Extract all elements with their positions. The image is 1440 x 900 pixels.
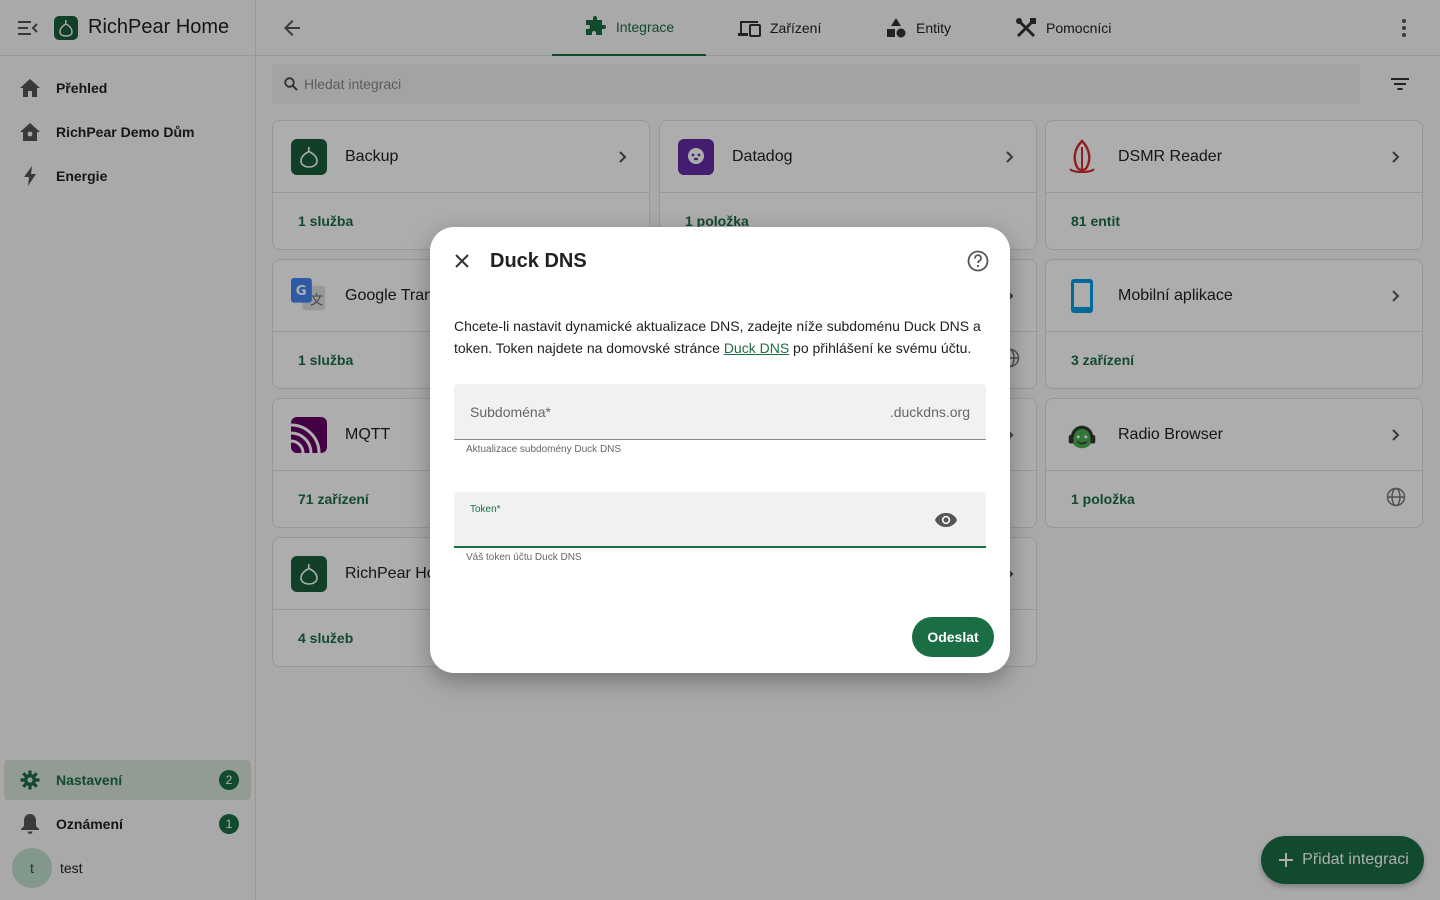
token-label: Token* (470, 504, 501, 515)
subdomain-suffix: .duckdns.org (889, 404, 970, 420)
eye-icon[interactable] (934, 508, 958, 532)
submit-button[interactable]: Odeslat (912, 617, 994, 657)
dialog-description: Chcete-li nastavit dynamické aktualizace… (454, 315, 986, 359)
subdomain-helper: Aktualizace subdomény Duck DNS (466, 444, 622, 455)
subdomain-label: Subdoména* (470, 404, 551, 420)
dialog-title: Duck DNS (490, 250, 587, 272)
duck-dns-link[interactable]: Duck DNS (724, 340, 789, 356)
token-helper: Váš token účtu Duck DNS (466, 552, 582, 563)
subdomain-field[interactable]: Subdoména* .duckdns.org (454, 384, 986, 440)
desc-text-after: po přihlášení ke svému účtu. (789, 340, 972, 356)
close-icon[interactable] (450, 249, 474, 273)
duck-dns-dialog: Duck DNS Chcete-li nastavit dynamické ak… (430, 227, 1010, 673)
token-field[interactable]: Token* (454, 492, 986, 548)
help-icon[interactable] (966, 249, 990, 273)
